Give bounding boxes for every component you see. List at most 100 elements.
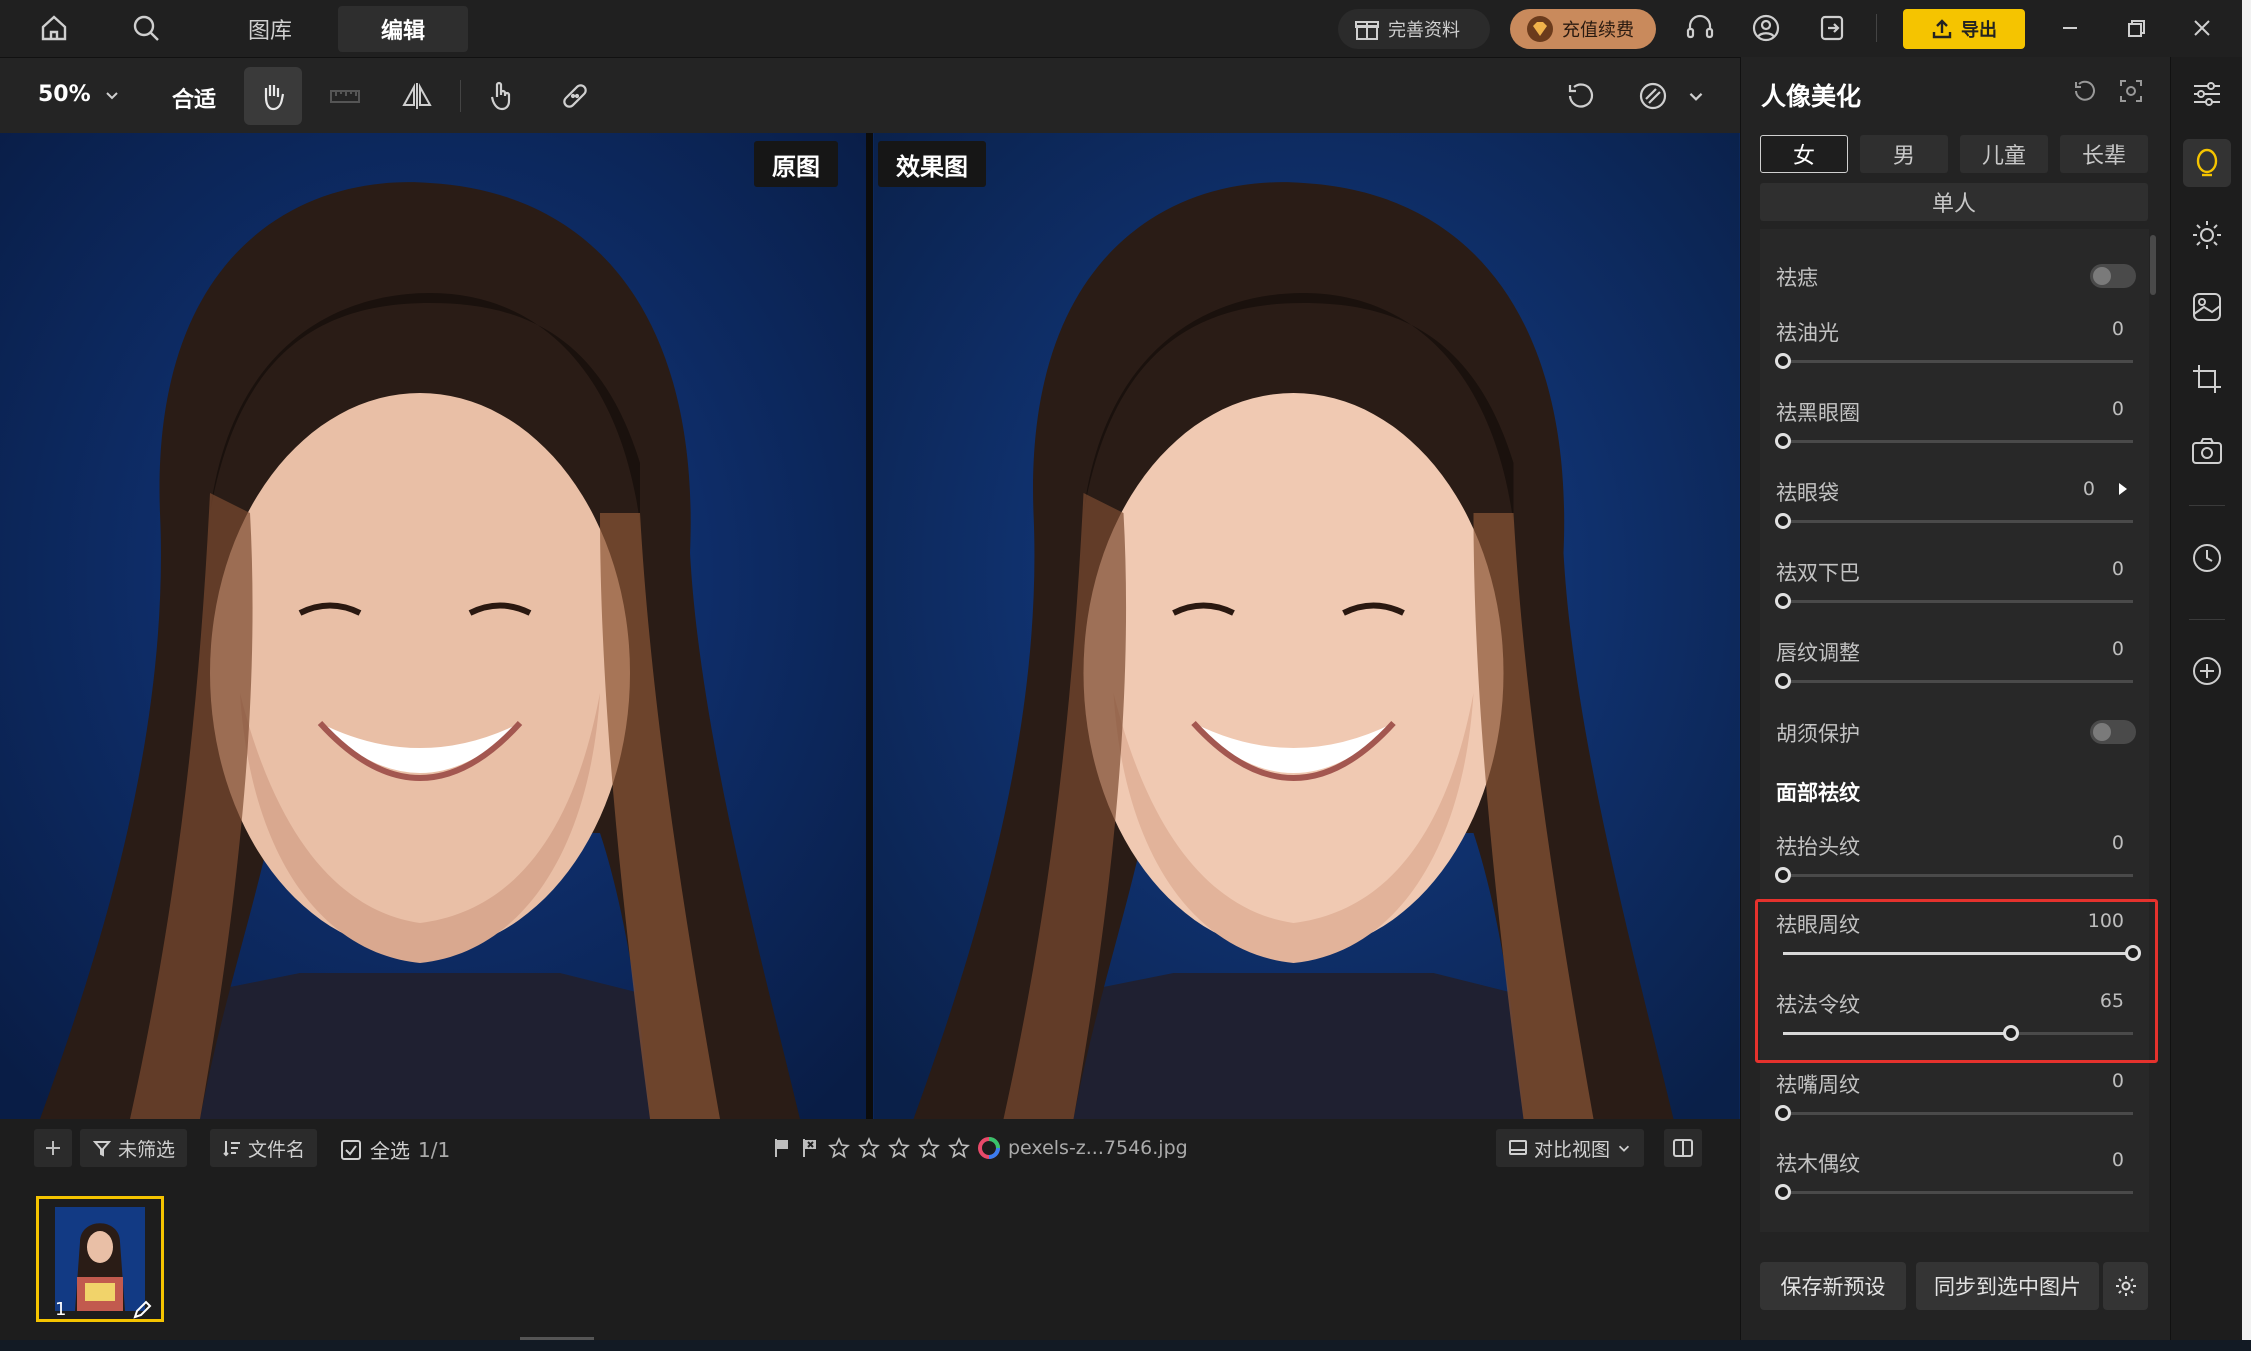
tab-edit[interactable]: 编辑 (338, 6, 468, 52)
remove-double-chin-handle[interactable] (1775, 593, 1791, 609)
eye-wrinkles-fill (1783, 952, 2133, 955)
panel-scrollbar[interactable] (2150, 235, 2156, 295)
remove-dark-circles-label: 祛黑眼圈 (1776, 401, 1860, 425)
overlay-chevron-icon[interactable] (1686, 86, 1706, 110)
add-module-icon[interactable] (2183, 647, 2231, 695)
split-view-button[interactable] (1664, 1129, 1702, 1167)
forehead-lines-track[interactable] (1783, 874, 2133, 877)
crop-icon[interactable] (2183, 355, 2231, 403)
sync-button[interactable]: 同步到选中图片 (1916, 1262, 2099, 1310)
effect-label: 效果图 (878, 141, 986, 187)
flag-icon[interactable] (772, 1137, 792, 1159)
mouth-lines-value: 0 (2111, 1070, 2124, 1092)
select-all-checkbox[interactable]: 全选 1/1 (340, 1135, 450, 1164)
camera-icon[interactable] (2183, 427, 2231, 475)
remove-eye-bags-handle[interactable] (1775, 513, 1791, 529)
remove-double-chin-track[interactable] (1783, 600, 2133, 603)
bandage-tool[interactable] (546, 67, 604, 125)
restore-icon[interactable] (2114, 6, 2158, 50)
mouth-lines-handle[interactable] (1775, 1105, 1791, 1121)
filter-label: 未筛选 (118, 1138, 176, 1161)
reset-icon[interactable] (2071, 77, 2099, 109)
eye-wrinkles-handle[interactable] (2125, 945, 2141, 961)
panel-settings-button[interactable] (2103, 1262, 2148, 1310)
remove-eye-bags-label: 祛眼袋 (1776, 481, 1839, 505)
rail-divider (2189, 505, 2225, 506)
adjust-sliders-icon[interactable] (2183, 70, 2231, 118)
tab-library[interactable]: 图库 (220, 6, 320, 52)
remove-mole-toggle[interactable] (2090, 264, 2136, 288)
compare-face-icon[interactable] (2117, 77, 2145, 109)
zoom-select[interactable]: 50% (38, 82, 121, 107)
tab-elder[interactable]: 长辈 (2060, 135, 2148, 173)
lip-lines-handle[interactable] (1775, 673, 1791, 689)
recharge-button[interactable]: 充值续费 (1510, 9, 1656, 49)
color-label-icon[interactable] (978, 1137, 1000, 1159)
original-photo (0, 133, 866, 1119)
share-icon[interactable] (1810, 6, 1854, 50)
star-icon[interactable] (918, 1137, 940, 1159)
sort-label: 文件名 (248, 1138, 306, 1161)
flip-icon (402, 83, 432, 109)
light-icon[interactable] (2183, 211, 2231, 259)
remove-oil-handle[interactable] (1775, 353, 1791, 369)
nasolabial-value: 65 (2099, 990, 2124, 1012)
sort-button[interactable]: 文件名 (210, 1129, 318, 1167)
save-preset-button[interactable]: 保存新预设 (1760, 1262, 1906, 1310)
undo-button[interactable] (1552, 67, 1610, 125)
lip-lines-track[interactable] (1783, 680, 2133, 683)
remove-oil-track[interactable] (1783, 360, 2133, 363)
ruler-icon (330, 90, 360, 103)
ruler-tool[interactable] (316, 67, 374, 125)
thumbnail[interactable]: 1 (36, 1196, 164, 1322)
tab-male[interactable]: 男 (1860, 135, 1948, 173)
add-button[interactable] (34, 1129, 72, 1167)
effect-photo (873, 133, 1740, 1119)
nasolabial-handle[interactable] (2003, 1025, 2019, 1041)
search-icon[interactable] (124, 6, 168, 50)
lip-lines-value: 0 (2111, 638, 2124, 660)
beard-protect-toggle[interactable] (2090, 720, 2136, 744)
mode-single[interactable]: 单人 (1760, 183, 2148, 221)
marionette-lines-handle[interactable] (1775, 1184, 1791, 1200)
remove-dark-circles-track[interactable] (1783, 440, 2133, 443)
remove-eye-bags-track[interactable] (1783, 520, 2133, 523)
expand-arrow-icon[interactable] (2117, 481, 2129, 497)
marionette-lines-track[interactable] (1783, 1191, 2133, 1194)
mouth-lines-track[interactable] (1783, 1112, 2133, 1115)
thumbnail-index: 1 (55, 1299, 67, 1320)
close-icon[interactable] (2180, 6, 2224, 50)
portrait-beauty-icon[interactable] (2183, 139, 2231, 187)
touch-tool[interactable] (472, 67, 530, 125)
color-grading-icon[interactable] (2183, 283, 2231, 331)
headset-icon[interactable] (1678, 6, 1722, 50)
top-bar: 图库 编辑 完善资料 充值续费 导出 (0, 0, 2251, 57)
history-icon[interactable] (2183, 534, 2231, 582)
remove-mole-label: 祛痣 (1776, 266, 1818, 290)
filter-button[interactable]: 未筛选 (80, 1129, 188, 1167)
tab-child[interactable]: 儿童 (1960, 135, 2048, 173)
fit-button[interactable]: 合适 (172, 82, 216, 114)
remove-dark-circles-handle[interactable] (1775, 433, 1791, 449)
star-icon[interactable] (858, 1137, 880, 1159)
thumbnail-image (55, 1207, 145, 1311)
compare-canvas[interactable]: 原图 效果图 (0, 133, 1740, 1119)
reject-flag-icon[interactable] (800, 1137, 820, 1159)
account-icon[interactable] (1744, 6, 1788, 50)
export-button[interactable]: 导出 (1903, 9, 2025, 49)
star-icon[interactable] (888, 1137, 910, 1159)
minimize-icon[interactable] (2048, 6, 2092, 50)
home-icon[interactable] (32, 6, 76, 50)
split-divider[interactable] (866, 133, 873, 1119)
flip-tool[interactable] (388, 67, 446, 125)
complete-profile-button[interactable]: 完善资料 (1338, 9, 1490, 49)
forehead-lines-handle[interactable] (1775, 867, 1791, 883)
view-mode-select[interactable]: 对比视图 (1496, 1129, 1645, 1167)
hand-tool[interactable] (244, 67, 302, 125)
star-icon[interactable] (828, 1137, 850, 1159)
star-icon[interactable] (948, 1137, 970, 1159)
tab-female[interactable]: 女 (1760, 135, 1848, 173)
edited-icon (133, 1300, 152, 1319)
view-icon (1509, 1140, 1527, 1155)
overlay-button[interactable] (1624, 67, 1682, 125)
